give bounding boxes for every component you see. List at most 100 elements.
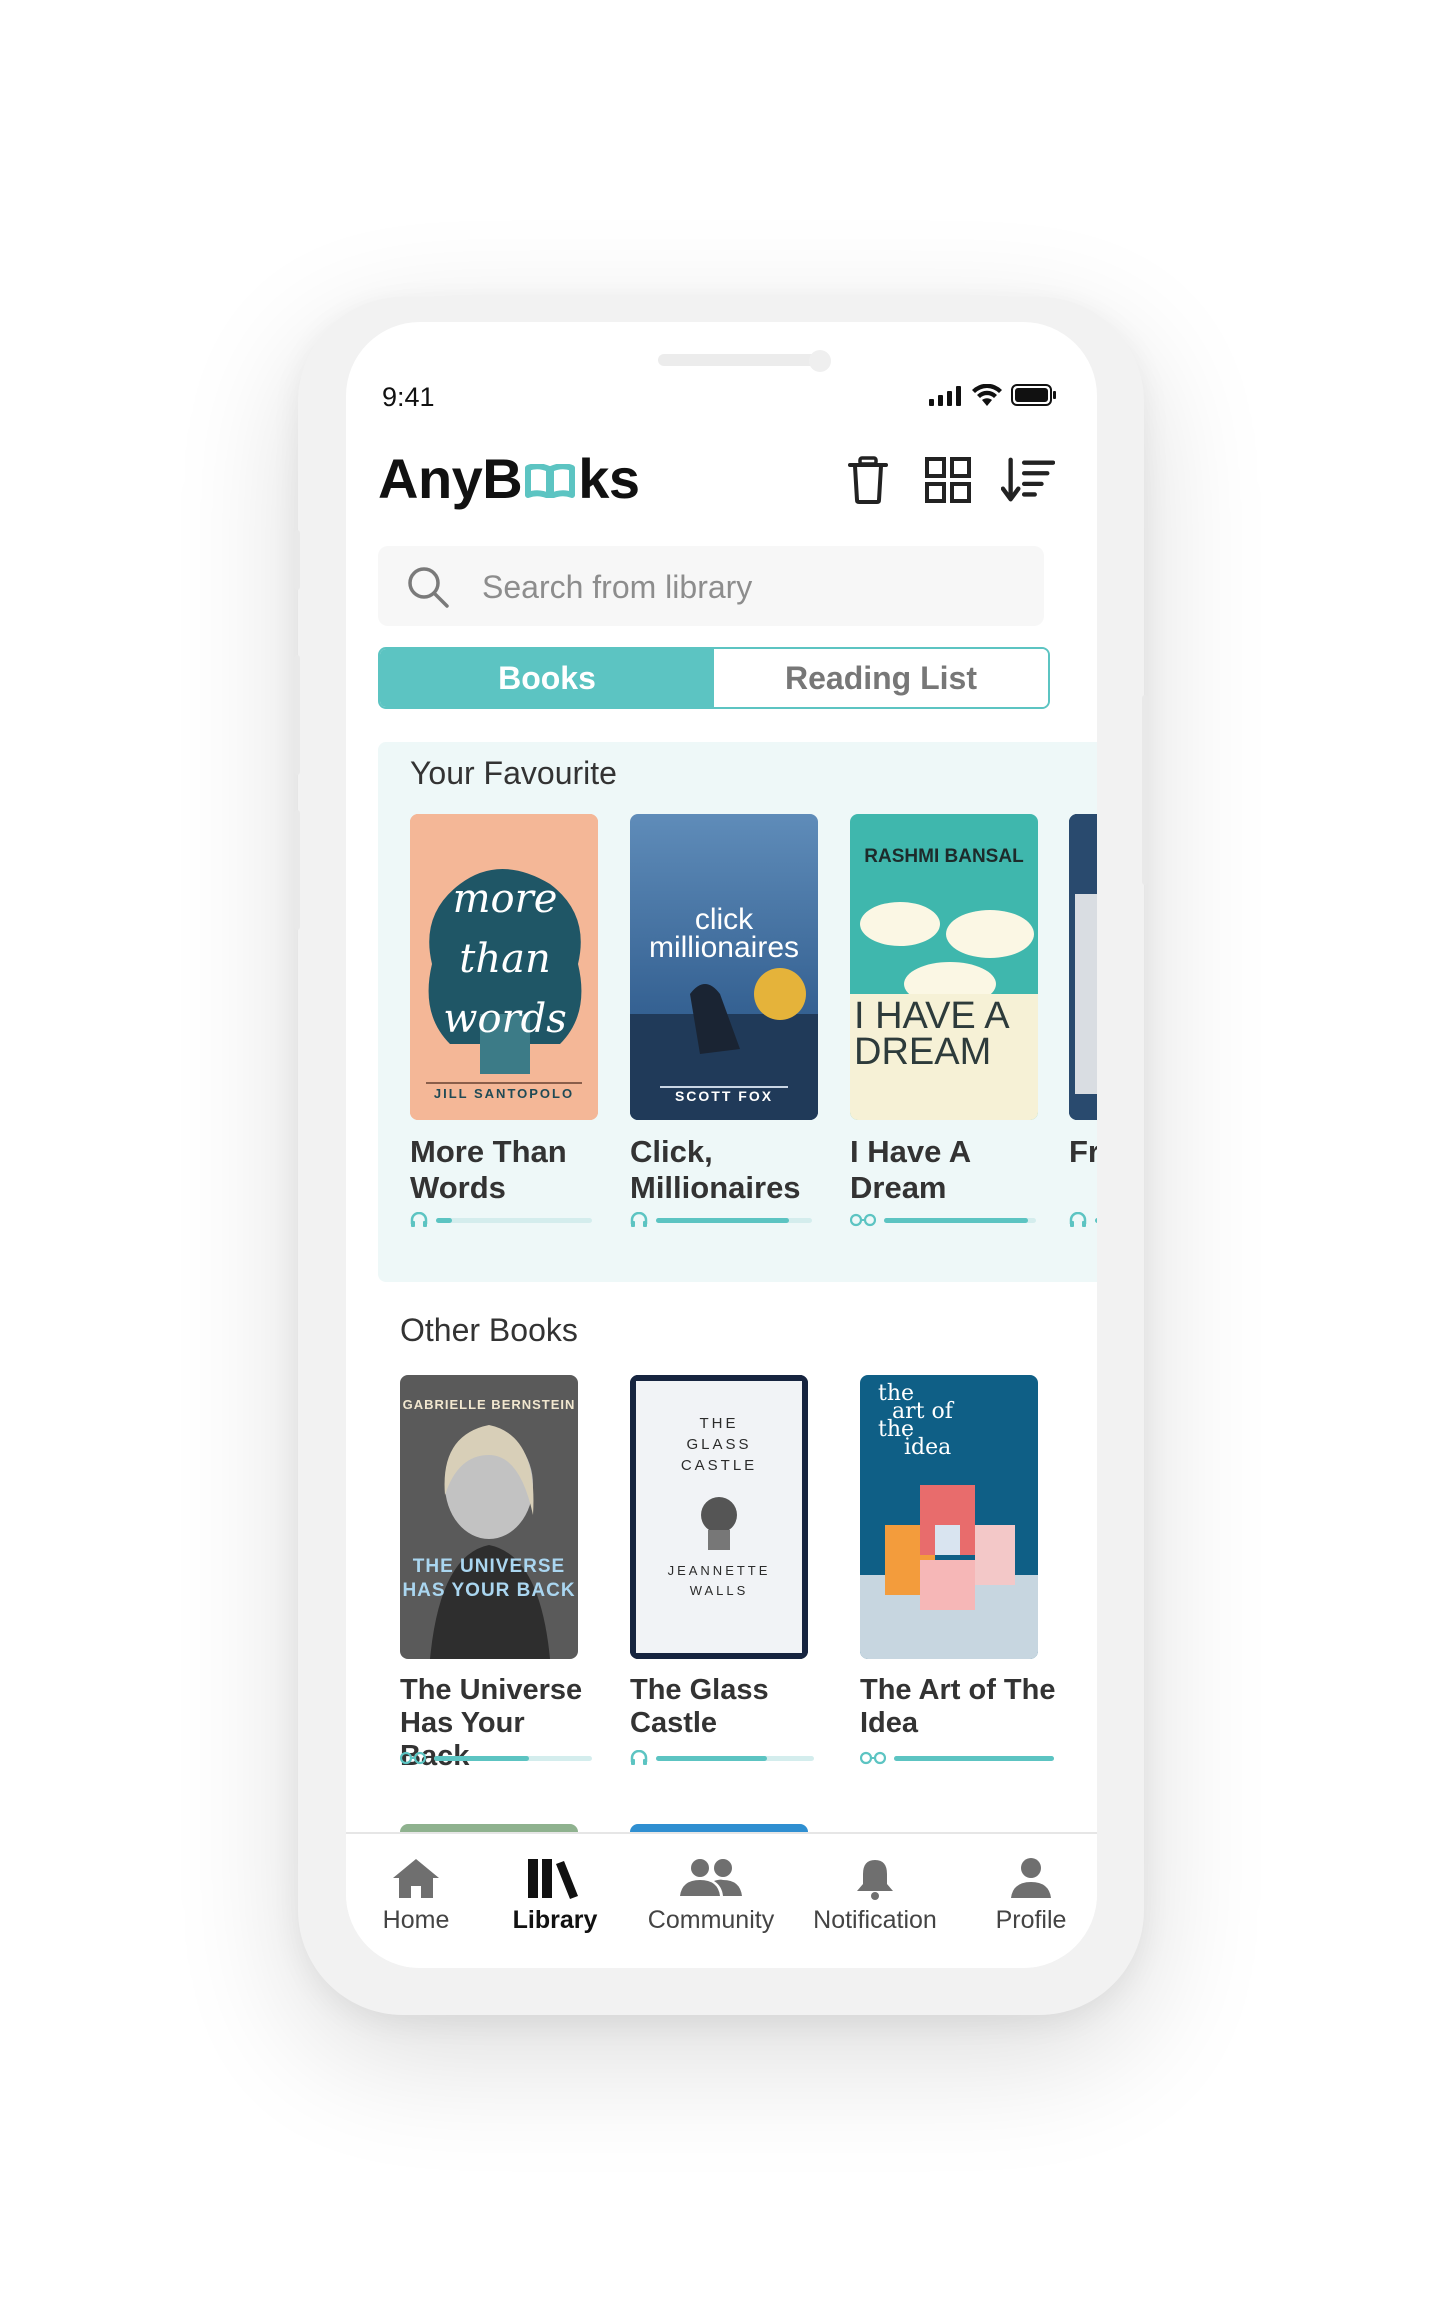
library-icon: [528, 1859, 578, 1899]
cover-title-line: THE UNIVERSE: [412, 1556, 566, 1577]
book-progress: [410, 1212, 592, 1228]
headphones-icon: [630, 1212, 648, 1227]
cover-art: [630, 814, 818, 1120]
bottom-nav: Home Library Community Notification Prof…: [346, 1832, 1097, 1968]
phone-power-button: [1142, 695, 1148, 885]
tab-books[interactable]: Books: [380, 649, 714, 707]
cover-title-line: than: [459, 936, 551, 982]
progress-fill: [656, 1755, 767, 1761]
nav-label: Profile: [995, 1906, 1067, 1934]
phone-volume-down: [294, 810, 300, 930]
app-logo: AnyB ks: [378, 446, 640, 511]
favourites-title: Your Favourite: [410, 755, 617, 791]
cover-title-line: CASTLE: [680, 1457, 758, 1474]
reading-glasses-icon: [850, 1213, 876, 1227]
search-input[interactable]: [480, 564, 1004, 610]
open-book-icon: [525, 446, 576, 511]
cover-author: JILL SANTOPOLO: [433, 1086, 575, 1101]
cover-title-line: words: [443, 996, 567, 1042]
book-progress: [630, 1212, 812, 1228]
sort-icon: [1001, 457, 1055, 502]
phone-mute-switch: [294, 530, 300, 590]
book-progress: [400, 1750, 592, 1766]
cover-title-line: millionaires: [648, 931, 800, 964]
search-icon: [408, 567, 449, 608]
book-cover[interactable]: THE GLASS CASTLE JEANNETTE WALLS: [630, 1375, 808, 1659]
headphones-icon: [630, 1750, 648, 1765]
progress-fill: [436, 1217, 452, 1223]
book-progress: [850, 1212, 1036, 1228]
progress-fill: [656, 1217, 789, 1223]
cover-author: RASHMI BANSAL: [864, 846, 1024, 867]
cover-title-line: DREAM: [854, 1031, 992, 1073]
nav-profile[interactable]: Profile: [956, 1856, 1097, 1935]
phone-camera: [809, 350, 831, 372]
cover-title-line: GLASS: [686, 1436, 752, 1453]
book-title[interactable]: Fr: [1069, 1134, 1097, 1170]
nav-label: Library: [512, 1906, 598, 1934]
book-cover[interactable]: RASHMI BANSAL I HAVE A DREAM: [850, 814, 1038, 1120]
status-icons: [929, 384, 1057, 406]
app-title-end: ks: [578, 447, 640, 510]
cover-author: JEANNETTE WALLS: [667, 1563, 771, 1598]
progress-fill: [894, 1755, 1054, 1761]
cover-art: [1069, 814, 1097, 1120]
cover-author: SCOTT FOX: [674, 1088, 774, 1104]
bell-icon: [857, 1860, 893, 1900]
book-cover[interactable]: [1069, 814, 1097, 1120]
headphones-icon: [410, 1212, 428, 1227]
delete-button[interactable]: [841, 453, 895, 507]
phone-volume-up: [294, 655, 300, 775]
book-title[interactable]: I Have A Dream: [850, 1134, 1040, 1206]
nav-home[interactable]: Home: [346, 1856, 491, 1935]
other-books-title: Other Books: [400, 1312, 578, 1348]
cover-art: [400, 1375, 578, 1659]
home-icon: [393, 1859, 439, 1898]
grid-view-icon: [925, 457, 971, 503]
sort-button[interactable]: [1001, 453, 1055, 507]
nav-community[interactable]: Community: [636, 1856, 786, 1935]
cover-author: GABRIELLE BERNSTEIN: [402, 1397, 576, 1412]
nav-label: Home: [382, 1906, 450, 1934]
cover-title-line: more: [452, 876, 558, 922]
book-title[interactable]: Click, Millionaires: [630, 1134, 830, 1206]
book-cover[interactable]: the art of the idea: [860, 1375, 1038, 1659]
progress-fill: [1095, 1217, 1097, 1223]
signal-icon: [929, 386, 961, 406]
cover-title-line: HAS YOUR BACK: [402, 1580, 576, 1601]
wifi-icon: [972, 384, 1002, 406]
tab-reading-list[interactable]: Reading List: [714, 649, 1048, 707]
headphones-icon: [1069, 1212, 1087, 1227]
cover-title-line: I HAVE A: [854, 995, 1010, 1037]
nav-library[interactable]: Library: [480, 1856, 630, 1935]
book-progress: [1069, 1212, 1097, 1228]
cover-title-line: the: [878, 1417, 915, 1442]
progress-fill: [884, 1217, 1029, 1223]
cover-title-line: click: [694, 903, 754, 936]
profile-icon: [1011, 1858, 1051, 1898]
book-title[interactable]: The Art of The Idea: [860, 1674, 1060, 1740]
nav-label: Notification: [813, 1906, 937, 1934]
book-title[interactable]: More Than Words: [410, 1134, 600, 1206]
reading-glasses-icon: [860, 1751, 886, 1765]
app-screen: 9:41 AnyB ks Search from library Books R…: [346, 322, 1097, 1968]
book-cover[interactable]: more than words JILL SANTOPOLO: [410, 814, 598, 1120]
app-title-start: AnyB: [378, 447, 523, 510]
grid-view-button[interactable]: [921, 453, 975, 507]
book-progress: [630, 1750, 814, 1766]
reading-glasses-icon: [400, 1751, 426, 1765]
phone-speaker: [658, 354, 822, 366]
search-bar[interactable]: [378, 546, 1044, 626]
battery-icon: [1011, 384, 1056, 406]
nav-notification[interactable]: Notification: [800, 1856, 950, 1935]
library-tabs: Books Reading List: [378, 647, 1050, 709]
nav-label: Community: [647, 1906, 775, 1934]
book-title[interactable]: The Glass Castle: [630, 1674, 830, 1740]
cover-title-line: THE: [699, 1415, 739, 1432]
status-time: 9:41: [382, 382, 435, 412]
book-cover[interactable]: GABRIELLE BERNSTEIN THE UNIVERSE HAS YOU…: [400, 1375, 578, 1659]
book-cover[interactable]: click millionaires SCOTT FOX: [630, 814, 818, 1120]
community-icon: [680, 1859, 742, 1896]
toolbar: [841, 453, 1055, 507]
progress-fill: [434, 1755, 529, 1761]
